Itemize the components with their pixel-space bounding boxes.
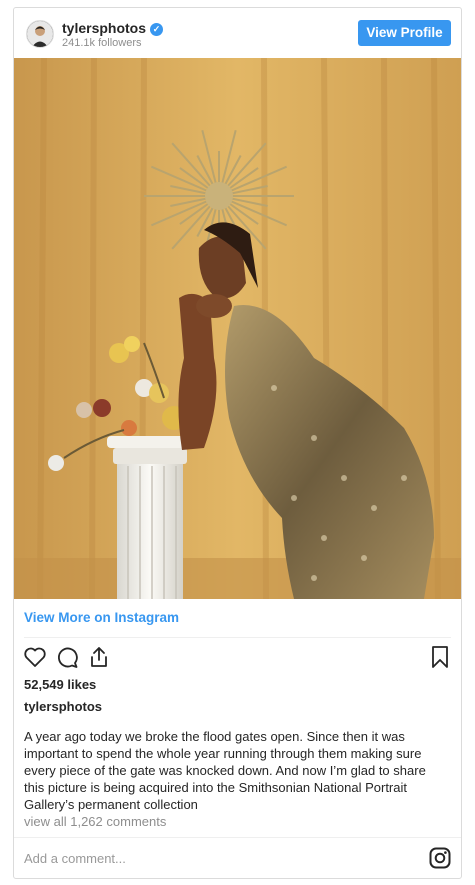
username[interactable]: tylersphotos ✓ — [62, 20, 164, 36]
like-count[interactable]: 52,549 likes — [24, 677, 96, 692]
share-icon[interactable] — [86, 644, 112, 670]
view-all-comments-link[interactable]: view all 1,262 comments — [24, 814, 166, 829]
view-profile-button[interactable]: View Profile — [358, 20, 451, 46]
verified-badge-icon: ✓ — [150, 23, 164, 36]
bookmark-icon[interactable] — [427, 644, 453, 670]
follower-count: 241.1k followers — [62, 37, 142, 49]
comment-icon[interactable] — [54, 644, 80, 670]
view-more-on-instagram-link[interactable]: View More on Instagram — [24, 610, 179, 625]
divider — [14, 837, 461, 838]
username-text[interactable]: tylersphotos — [62, 20, 146, 36]
post-caption: A year ago today we broke the flood gate… — [24, 729, 426, 812]
action-bar — [14, 644, 461, 672]
post-header: tylersphotos ✓ 241.1k followers View Prof… — [14, 8, 461, 58]
post-photo[interactable] — [14, 58, 461, 599]
avatar[interactable] — [26, 20, 54, 48]
instagram-embed-card: tylersphotos ✓ 241.1k followers View Prof… — [13, 7, 462, 879]
divider — [24, 637, 451, 638]
heart-icon[interactable] — [22, 644, 48, 670]
add-comment-input[interactable] — [24, 851, 324, 866]
instagram-logo-icon[interactable] — [429, 847, 451, 869]
post-owner-username[interactable]: tylersphotos — [24, 699, 102, 714]
